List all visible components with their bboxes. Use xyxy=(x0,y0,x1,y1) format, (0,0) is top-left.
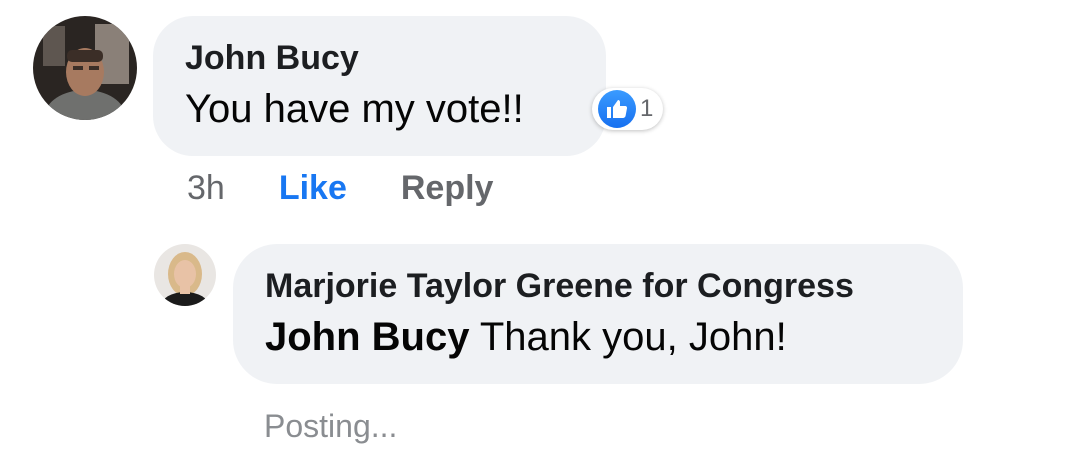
thumbs-up-icon xyxy=(598,90,636,128)
reply-bubble: Marjorie Taylor Greene for Congress John… xyxy=(233,244,963,384)
comment-timestamp[interactable]: 3h xyxy=(187,168,225,208)
like-button[interactable]: Like xyxy=(279,168,347,208)
avatar[interactable] xyxy=(33,16,137,120)
reply-text: John Bucy Thank you, John! xyxy=(265,310,963,364)
comment-author[interactable]: John Bucy xyxy=(185,38,606,78)
reply-button[interactable]: Reply xyxy=(401,168,494,208)
reaction-count: 1 xyxy=(640,95,654,122)
reply-author[interactable]: Marjorie Taylor Greene for Congress xyxy=(265,266,963,306)
reply-avatar[interactable] xyxy=(154,244,216,306)
reaction-badge[interactable]: 1 xyxy=(592,88,664,130)
comment-bubble: John Bucy You have my vote!! xyxy=(153,16,606,156)
comment-thread: John Bucy You have my vote!! 1 3h Like R… xyxy=(0,0,1080,474)
posting-status: Posting... xyxy=(264,408,398,444)
reply-message: Thank you, John! xyxy=(469,315,787,359)
comment-text: You have my vote!! xyxy=(185,87,524,131)
comment-actions: 3h Like Reply xyxy=(187,168,493,208)
mention-link[interactable]: John Bucy xyxy=(265,315,469,359)
avatar-photo-icon xyxy=(33,16,137,120)
avatar-photo-icon xyxy=(154,244,216,306)
